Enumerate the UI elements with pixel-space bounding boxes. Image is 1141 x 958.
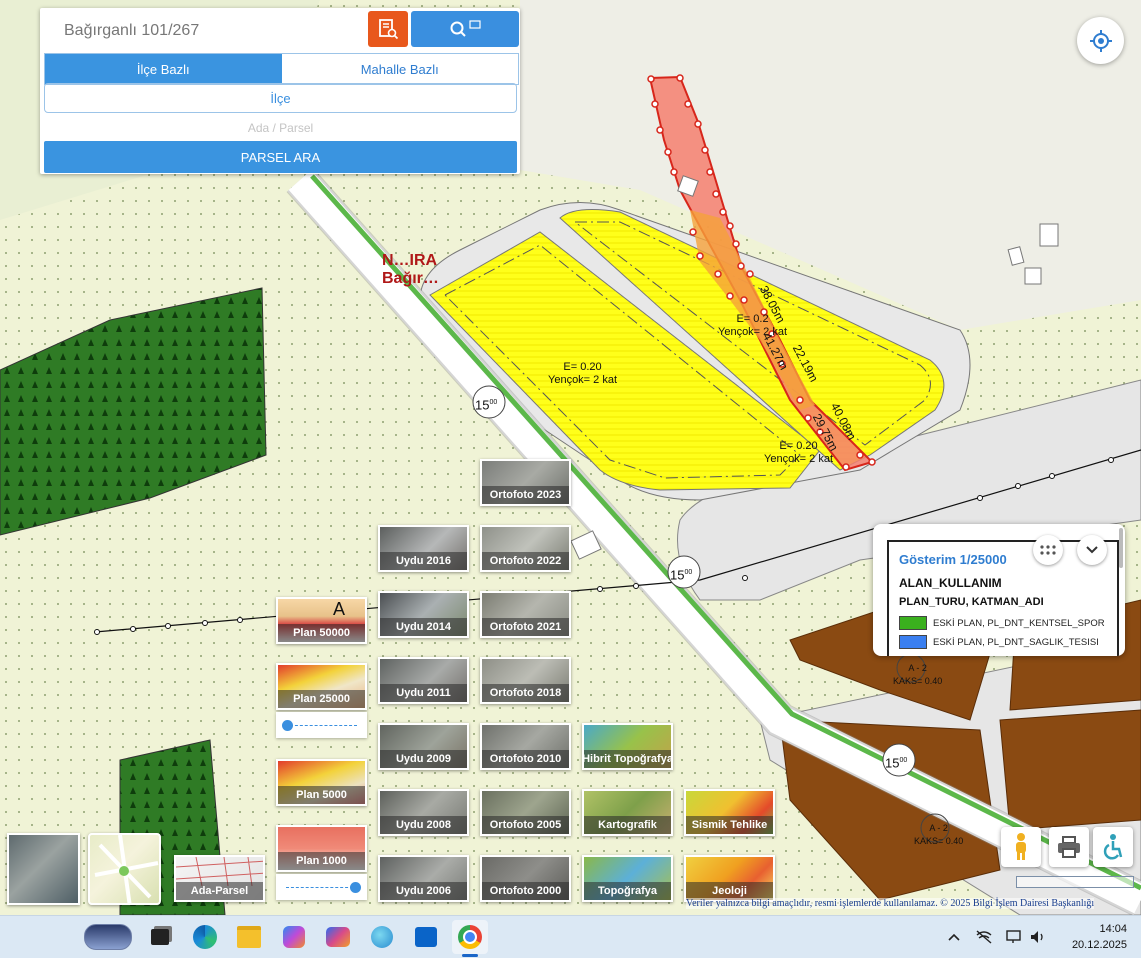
legend-item: ESKİ PLAN, PL_DNT_KENTSEL_SPOR [899, 616, 1105, 630]
search-icon [450, 20, 481, 37]
layer-ada-parsel[interactable]: Ada-Parsel [174, 855, 265, 902]
printer-icon [1058, 836, 1080, 858]
road-code: 1500 [475, 397, 498, 413]
layer-ortofoto-2018[interactable]: Ortofoto 2018 [480, 657, 571, 704]
kaks-label: A - 2 KAKS= 0.40 [893, 663, 943, 686]
pegman-icon [1016, 833, 1026, 860]
layer-ortofoto-2023[interactable]: Ortofoto 2023 [480, 459, 571, 506]
drag-handle-icon [1040, 545, 1056, 555]
layer-plan-50000[interactable]: A Plan 50000 [276, 597, 367, 644]
slider-handle[interactable] [282, 720, 293, 731]
layer-jeoloji[interactable]: Jeoloji [684, 855, 775, 902]
legend-subheading: PLAN_TURU, KATMAN_ADI [899, 596, 1044, 608]
chevron-up-icon[interactable] [940, 923, 968, 951]
search-button[interactable] [411, 11, 519, 47]
outlook-icon[interactable] [412, 923, 440, 951]
ada-parsel-input[interactable]: Ada / Parsel [44, 116, 517, 140]
slider-handle[interactable] [350, 882, 361, 893]
layer-ortofoto-2022[interactable]: Ortofoto 2022 [480, 525, 571, 572]
file-explorer-icon[interactable] [235, 923, 263, 951]
layer-uydu-2009[interactable]: Uydu 2009 [378, 723, 469, 770]
layer-plan-1000[interactable]: Plan 1000 [276, 825, 367, 872]
layer-ortofoto-2005[interactable]: Ortofoto 2005 [480, 789, 571, 836]
layer-plan-25000[interactable]: Plan 25000 [276, 663, 367, 710]
weather-globe-icon[interactable] [368, 923, 396, 951]
chevron-down-icon [1086, 546, 1098, 554]
layer-uydu-2006[interactable]: Uydu 2006 [378, 855, 469, 902]
search-mode-tabs: İlçe Bazlı Mahalle Bazlı [44, 53, 519, 85]
map-place-label: N…IRA Bağır… [382, 252, 439, 287]
network-off-icon[interactable] [970, 923, 998, 951]
layer-uydu-2014[interactable]: Uydu 2014 [378, 591, 469, 638]
copilot-icon[interactable] [280, 923, 308, 951]
parcel-search-panel: İlçe Bazlı Mahalle Bazlı İlçe Ada / Pars… [40, 8, 520, 174]
m365-icon[interactable] [324, 923, 352, 951]
parcel-label: E= 0.20 Yençok= 2 kat [764, 440, 834, 465]
taskbar-clock[interactable]: 14:04 20.12.2025 [1072, 921, 1127, 953]
layer-uydu-2011[interactable]: Uydu 2011 [378, 657, 469, 704]
layer-ortofoto-2021[interactable]: Ortofoto 2021 [480, 591, 571, 638]
layer-topografya[interactable]: Topoğrafya [582, 855, 673, 902]
legend-collapse-button[interactable] [1077, 535, 1107, 565]
layer-plan-5000[interactable]: Plan 5000 [276, 759, 367, 806]
widgets-icon[interactable] [84, 923, 132, 951]
parsel-ara-button[interactable]: PARSEL ARA [44, 141, 517, 173]
legend-drag-button[interactable] [1033, 535, 1063, 565]
locate-button[interactable] [1077, 17, 1124, 64]
road-code: 1500 [670, 567, 693, 583]
layer-uydu-2008[interactable]: Uydu 2008 [378, 789, 469, 836]
crosshair-icon [1089, 29, 1112, 52]
plan-25000-opacity-slider[interactable] [276, 712, 367, 738]
plan-1000-opacity-slider[interactable] [276, 874, 367, 900]
scale-bar [1016, 876, 1134, 888]
street-view-button[interactable] [1001, 827, 1041, 867]
street-map-icon [94, 835, 159, 903]
report-button[interactable] [368, 11, 408, 47]
layer-hibrit-topografya[interactable]: Hibrit Topoğrafya [582, 723, 673, 770]
accessibility-icon [1103, 834, 1123, 860]
chrome-icon[interactable] [452, 920, 488, 954]
basemap-satellite[interactable] [7, 833, 80, 905]
ilce-select[interactable]: İlçe [44, 83, 517, 113]
legend-scale-title: Gösterim 1/25000 [899, 552, 1007, 567]
parcel-label: E= 0.20 Yençok= 2 kat [548, 361, 618, 386]
layer-ortofoto-2010[interactable]: Ortofoto 2010 [480, 723, 571, 770]
document-search-icon [379, 19, 399, 40]
tab-mahalle-bazli[interactable]: Mahalle Bazlı [282, 54, 519, 84]
volume-icon[interactable] [1024, 923, 1052, 951]
tab-ilce-bazli[interactable]: İlçe Bazlı [45, 54, 282, 84]
layer-kartografik[interactable]: Kartografik [582, 789, 673, 836]
layer-uydu-2016[interactable]: Uydu 2016 [378, 525, 469, 572]
disclaimer-text: Veriler yalnızca bilgi amaçlıdır, resmi … [686, 898, 1095, 909]
accessibility-button[interactable] [1093, 827, 1133, 867]
plan-50000-letter: A [332, 599, 345, 619]
windows-taskbar: 14:04 20.12.2025 [0, 915, 1141, 958]
task-view-icon[interactable] [146, 923, 174, 951]
road-code: 1500 [885, 755, 908, 771]
layer-ortofoto-2000[interactable]: Ortofoto 2000 [480, 855, 571, 902]
legend-scrollbar[interactable] [1119, 528, 1123, 568]
basemap-street[interactable] [88, 833, 161, 905]
edge-browser-icon[interactable] [191, 923, 219, 951]
print-button[interactable] [1049, 827, 1089, 867]
layer-sismik-tehlike[interactable]: Sismik Tehlike [684, 789, 775, 836]
search-input[interactable] [44, 12, 406, 50]
legend-item: ESKİ PLAN, PL_DNT_SAGLIK_TESISI [899, 635, 1099, 649]
legend-heading: ALAN_KULLANIM [899, 576, 1002, 590]
kaks-label: A - 2 KAKS= 0.40 [914, 823, 964, 846]
